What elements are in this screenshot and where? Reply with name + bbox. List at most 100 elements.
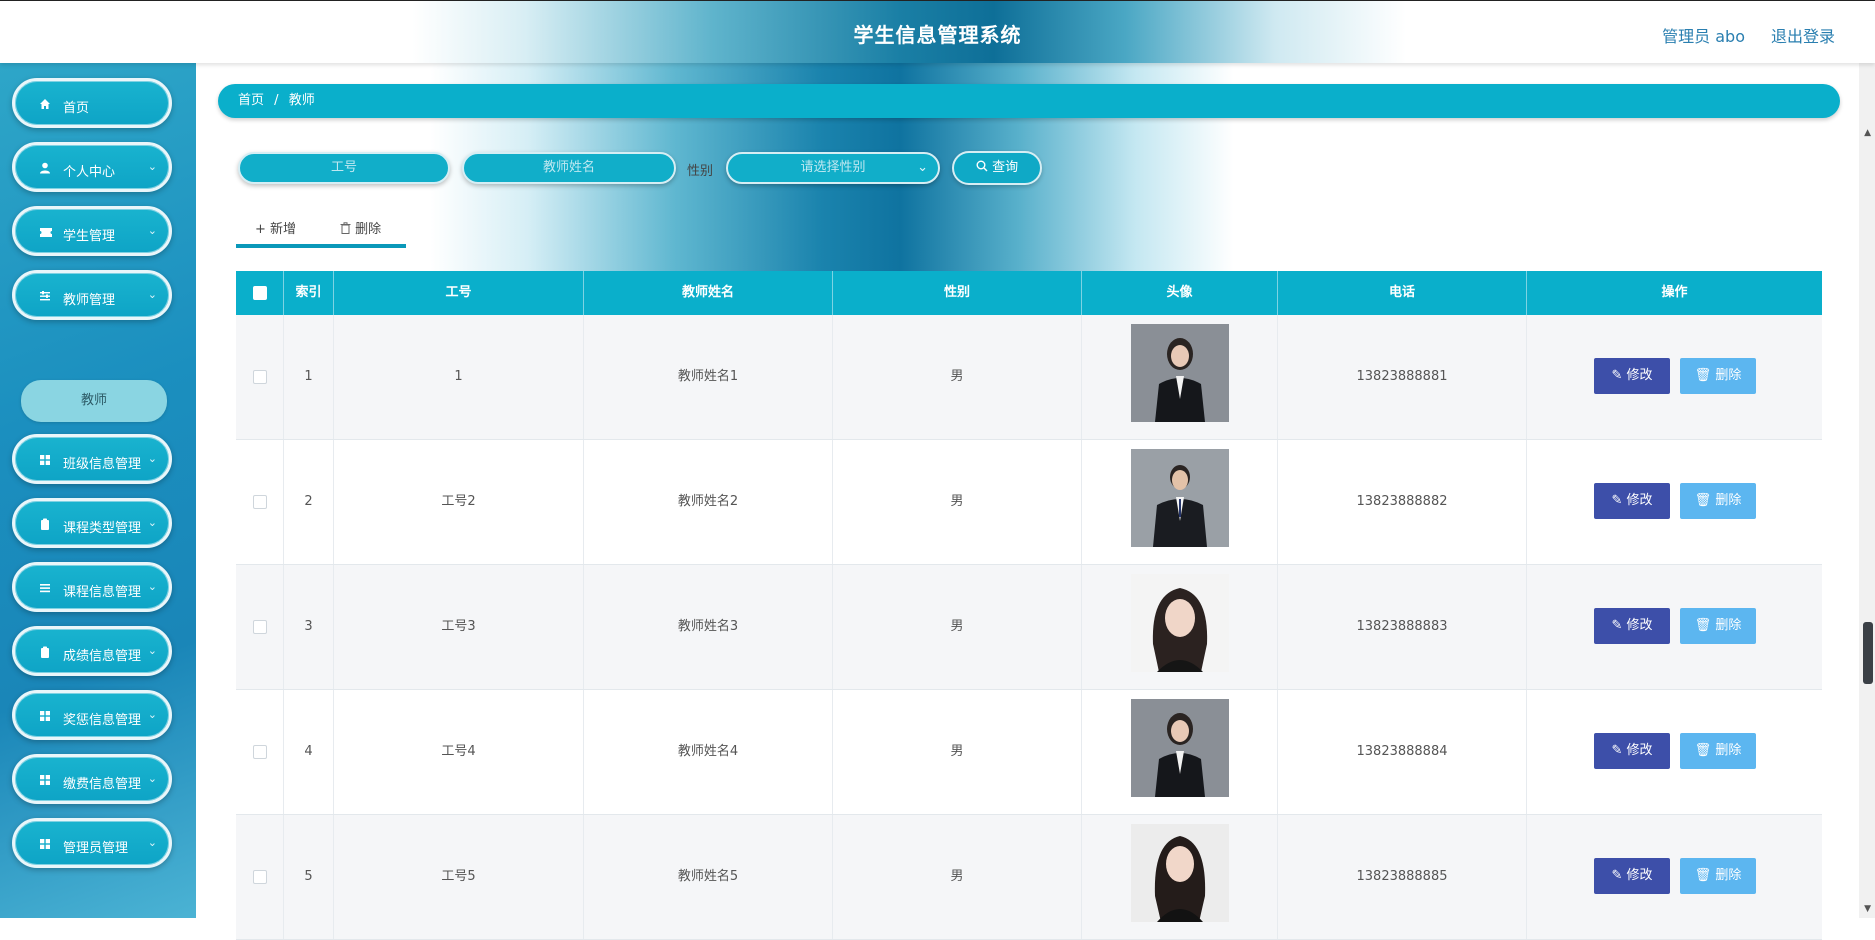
- sidebar-item-classes[interactable]: 班级信息管理 ⌄: [12, 434, 172, 484]
- teacher-name-input[interactable]: 教师姓名: [462, 152, 676, 184]
- job-no-input[interactable]: 工号: [238, 152, 450, 184]
- edit-icon: ✎: [1611, 868, 1627, 883]
- sidebar-item-teachers[interactable]: 教师管理 ⌄: [12, 270, 172, 320]
- cell-name: 教师姓名5: [584, 815, 833, 939]
- cell-actions: ✎ 修改 🗑 删除: [1527, 315, 1822, 439]
- table-row: 5 工号5 教师姓名5 男 13823888885 ✎ 修改 🗑 删除: [236, 815, 1822, 940]
- tab-underline: [236, 244, 406, 248]
- trash-icon: 🗑: [1694, 618, 1716, 633]
- edit-button[interactable]: ✎ 修改: [1594, 858, 1670, 894]
- cell-gender: 男: [833, 815, 1082, 939]
- trash-icon: 🗑: [1694, 368, 1716, 383]
- sidebar-item-label: 管理员管理: [63, 841, 129, 856]
- row-checkbox[interactable]: [252, 494, 267, 509]
- search-button-label: 查询: [992, 160, 1019, 175]
- cell-avatar: [1082, 690, 1278, 814]
- cell-job-no: 工号4: [334, 690, 584, 814]
- edit-button-label: 修改: [1626, 868, 1653, 883]
- header-actions: 操作: [1661, 285, 1688, 300]
- sidebar-item-grades[interactable]: 成绩信息管理 ⌄: [12, 626, 172, 676]
- chevron-down-icon: ⌄: [147, 516, 157, 529]
- cell-avatar: [1082, 315, 1278, 439]
- trash-icon: 🗑: [1694, 493, 1716, 508]
- table-row: 4 工号4 教师姓名4 男 13823888884 ✎ 修改 🗑 删除: [236, 690, 1822, 815]
- header-phone: 电话: [1278, 271, 1527, 315]
- row-select-cell: [236, 565, 284, 689]
- edit-button[interactable]: ✎ 修改: [1594, 358, 1670, 394]
- sidebar-item-profile[interactable]: 个人中心 ⌄: [12, 142, 172, 192]
- edit-button[interactable]: ✎ 修改: [1594, 483, 1670, 519]
- header-index: 索引: [284, 271, 334, 315]
- delete-button-label: 删除: [1715, 493, 1742, 508]
- sidebar-item-label: 个人中心: [63, 165, 116, 180]
- sidebar-item-label: 学生管理: [63, 229, 116, 244]
- sidebar-item-payments[interactable]: 缴费信息管理 ⌄: [12, 754, 172, 804]
- row-select-cell: [236, 690, 284, 814]
- sidebar-item-label: 教师管理: [63, 293, 116, 308]
- breadcrumb-home[interactable]: 首页: [238, 93, 264, 108]
- grid-icon: [39, 454, 51, 466]
- bulk-delete-button[interactable]: 删除: [340, 218, 381, 237]
- scroll-up-icon[interactable]: ▲: [1864, 128, 1871, 138]
- sidebar-item-course-types[interactable]: 课程类型管理 ⌄: [12, 498, 172, 548]
- row-checkbox[interactable]: [252, 744, 267, 759]
- delete-button-label: 删除: [1715, 743, 1742, 758]
- scrollbar-thumb[interactable]: [1863, 622, 1873, 684]
- delete-button[interactable]: 🗑 删除: [1680, 608, 1756, 644]
- cell-phone: 13823888882: [1278, 440, 1527, 564]
- cell-index: 3: [284, 565, 334, 689]
- sidebar-item-students[interactable]: 学生管理 ⌄: [12, 206, 172, 256]
- row-checkbox[interactable]: [252, 869, 267, 884]
- sidebar-subitem-teacher[interactable]: 教师: [21, 380, 167, 422]
- scroll-down-icon[interactable]: ▼: [1864, 904, 1871, 914]
- avatar: [1130, 324, 1229, 422]
- delete-button[interactable]: 🗑 删除: [1680, 858, 1756, 894]
- chevron-down-icon: ⌄: [147, 452, 157, 465]
- cell-avatar: [1082, 565, 1278, 689]
- table-header: 索引 工号 教师姓名 性别 头像 电话 操作: [236, 271, 1822, 315]
- sidebar-item-label: 课程信息管理: [63, 585, 142, 600]
- home-icon: [39, 98, 51, 110]
- delete-button[interactable]: 🗑 删除: [1680, 358, 1756, 394]
- edit-button-label: 修改: [1626, 493, 1653, 508]
- edit-button-label: 修改: [1626, 618, 1653, 633]
- cell-job-no: 1: [334, 315, 584, 439]
- delete-button[interactable]: 🗑 删除: [1680, 733, 1756, 769]
- edit-button[interactable]: ✎ 修改: [1594, 608, 1670, 644]
- select-all-checkbox[interactable]: [252, 285, 267, 300]
- cell-name: 教师姓名4: [584, 690, 833, 814]
- sidebar-item-home[interactable]: 首页: [12, 78, 172, 128]
- row-checkbox[interactable]: [252, 619, 267, 634]
- row-checkbox[interactable]: [252, 369, 267, 384]
- row-select-cell: [236, 315, 284, 439]
- chevron-down-icon: ⌄: [917, 160, 928, 175]
- page-scrollbar[interactable]: ▲ ▼: [1859, 62, 1875, 918]
- edit-button-label: 修改: [1626, 368, 1653, 383]
- user-icon: [39, 162, 51, 174]
- cell-actions: ✎ 修改 🗑 删除: [1527, 690, 1822, 814]
- grid-icon: [39, 774, 51, 786]
- gender-select[interactable]: 请选择性别 ⌄: [726, 152, 940, 184]
- clipboard-icon: [39, 518, 51, 530]
- edit-icon: ✎: [1611, 493, 1627, 508]
- edit-button[interactable]: ✎ 修改: [1594, 733, 1670, 769]
- top-header: 学生信息管理系统 管理员 abo 退出登录: [0, 0, 1875, 63]
- select-all-cell: [236, 271, 284, 315]
- sidebar-item-label: 奖惩信息管理: [63, 713, 142, 728]
- list-icon: [39, 582, 51, 594]
- sliders-icon: [39, 290, 51, 302]
- cell-index: 5: [284, 815, 334, 939]
- sidebar-item-admins[interactable]: 管理员管理 ⌄: [12, 818, 172, 868]
- add-button[interactable]: + 新增: [255, 218, 296, 237]
- logout-link[interactable]: 退出登录: [1771, 23, 1835, 47]
- chevron-down-icon: ⌄: [147, 708, 157, 721]
- edit-icon: ✎: [1611, 743, 1627, 758]
- cell-phone: 13823888881: [1278, 315, 1527, 439]
- sidebar-item-rewards[interactable]: 奖惩信息管理 ⌄: [12, 690, 172, 740]
- delete-button[interactable]: 🗑 删除: [1680, 483, 1756, 519]
- cell-phone: 13823888885: [1278, 815, 1527, 939]
- delete-button-label: 删除: [1715, 868, 1742, 883]
- gender-label: 性别: [687, 164, 714, 179]
- sidebar-item-courses[interactable]: 课程信息管理 ⌄: [12, 562, 172, 612]
- search-button[interactable]: 查询: [952, 151, 1042, 185]
